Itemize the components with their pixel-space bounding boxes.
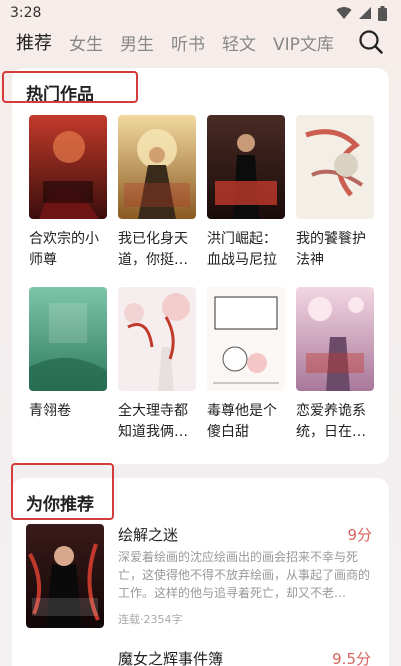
book-card[interactable]: 青翎卷 [29, 287, 111, 422]
book-card[interactable]: 毒尊他是个傻白甜 [207, 287, 289, 443]
tab-vip-library[interactable]: VIP文库 [273, 30, 334, 55]
book-title: 恋爱养诡系统，日在… [296, 403, 366, 440]
highlight-box [2, 71, 138, 103]
book-card[interactable]: 恋爱养诡系统，日在… [296, 287, 378, 443]
book-card[interactable]: 合欢宗的小师尊 [29, 115, 111, 271]
book-cover [207, 287, 285, 391]
recommend-meta: 连载·2354字 [118, 613, 183, 626]
tab-recommend[interactable]: 推荐 [16, 29, 52, 55]
book-title: 洪门崛起：血战马尼拉 [207, 231, 277, 268]
recommend-section: 为你推荐 绘解之迷 9分 深爱着绘画的沈应绘画出的画会招来不幸与死亡，这使得他不… [11, 463, 389, 666]
book-card[interactable]: 洪门崛起：血战马尼拉 [207, 115, 289, 271]
book-cover [26, 524, 104, 628]
top-nav: 推荐 女生 男生 听书 轻文 VIP文库 [0, 26, 401, 58]
book-cover [29, 287, 107, 391]
book-cover [207, 115, 285, 219]
status-bar: 3:28 [0, 0, 401, 26]
recommend-title: 绘解之迷 [118, 526, 179, 544]
book-cover [296, 287, 374, 391]
tab-light-novel[interactable]: 轻文 [222, 30, 256, 55]
battery-icon [378, 5, 387, 21]
book-title: 青翎卷 [29, 403, 71, 419]
book-cover [296, 115, 374, 219]
book-title: 毒尊他是个傻白甜 [207, 403, 277, 440]
book-card[interactable]: 我已化身天道，你挺… [118, 115, 200, 271]
book-cover [118, 287, 196, 391]
tab-male[interactable]: 男生 [120, 30, 154, 55]
book-cover [118, 115, 196, 219]
cell-signal-icon [359, 7, 371, 19]
book-cover [29, 115, 107, 219]
highlight-box [11, 463, 114, 520]
status-time: 3:28 [10, 5, 42, 21]
book-title: 合欢宗的小师尊 [29, 231, 99, 268]
status-icons [336, 5, 387, 21]
book-card[interactable]: 全大理寺都知道我俩… [118, 287, 200, 443]
search-icon[interactable] [358, 29, 384, 55]
book-card[interactable]: 我的饕餮护法神 [296, 115, 378, 271]
recommend-score: 9.5分 [332, 650, 371, 666]
recommend-title[interactable]: 魔女之辉事件簿 [118, 648, 223, 666]
wifi-icon [336, 7, 352, 20]
recommend-score: 9分 [347, 526, 372, 544]
tab-audiobook[interactable]: 听书 [171, 30, 205, 55]
hot-works-section: 热门作品 合欢宗的小师尊 我已化身天道，你挺… 洪门崛起：血战马尼拉 我的饕餮护… [2, 68, 389, 464]
book-title: 我的饕餮护法神 [296, 231, 366, 268]
recommend-item[interactable]: 绘解之迷 9分 深爱着绘画的沈应绘画出的画会招来不幸与死亡，这使得他不得不放弃绘… [26, 524, 376, 644]
recommend-description: 深爱着绘画的沈应绘画出的画会招来不幸与死亡，这使得他不得不放弃绘画，从事起了画商… [118, 550, 371, 600]
tab-female[interactable]: 女生 [69, 30, 103, 55]
book-title: 全大理寺都知道我俩… [118, 403, 188, 440]
book-title: 我已化身天道，你挺… [118, 231, 188, 268]
